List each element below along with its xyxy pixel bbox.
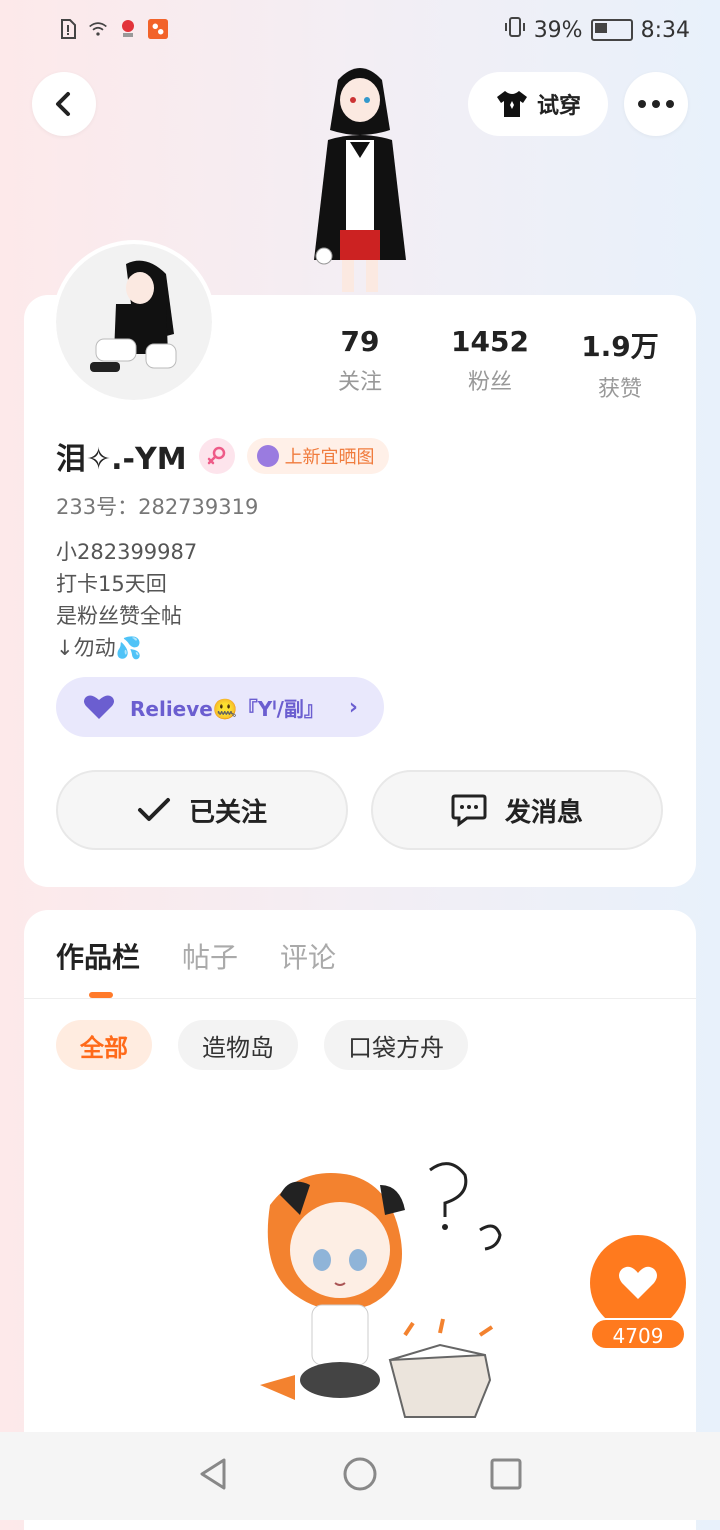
checkmark-icon [137, 798, 170, 821]
group-label: Relieve🤐『Yˡ/副』 [130, 696, 324, 721]
nav-home-icon[interactable] [342, 1456, 378, 1496]
message-label: 发消息 [504, 797, 583, 828]
filter-pocket-ark[interactable]: 口袋方舟 [324, 1020, 468, 1070]
content-tabs: 作品栏 帖子 评论 [56, 936, 336, 976]
badge-icon [256, 445, 279, 467]
user-id-value: 282739319 [138, 495, 259, 519]
filter-chips: 全部 造物岛 口袋方舟 [56, 1020, 468, 1070]
app-badge-icon [148, 18, 168, 40]
bio-line: ↓勿动💦 [56, 636, 142, 660]
empty-state-illustration [240, 1155, 510, 1425]
back-button[interactable] [32, 72, 96, 136]
battery-icon [590, 19, 633, 41]
nav-recents-icon[interactable] [488, 1456, 524, 1496]
sim-alert-icon [58, 18, 78, 40]
system-nav-bar [0, 1432, 720, 1520]
tab-works[interactable]: 作品栏 [56, 936, 140, 976]
chevron-right-icon: › [348, 694, 358, 720]
wifi-icon [88, 18, 108, 40]
tab-posts[interactable]: 帖子 [182, 936, 238, 976]
bio: 小282399987 打卡15天回 是粉丝赞全帖 ↓勿动💦 [56, 536, 197, 664]
female-gender-icon [198, 438, 235, 474]
heart-icon [619, 1266, 657, 1299]
battery-percent: 39% [533, 17, 583, 43]
user-id-row: 233号：282739319 [56, 491, 258, 521]
user-id-label: 233号： [56, 495, 139, 519]
app-notification-icon [118, 18, 138, 40]
filter-all[interactable]: 全部 [56, 1020, 152, 1070]
bio-line: 小282399987 [56, 540, 198, 564]
badge-label: 上新宜晒图 [284, 447, 375, 468]
stat-label: 获赞 [597, 377, 642, 402]
username: 泪✧.-YM [56, 442, 187, 477]
try-on-label: 试穿 [536, 94, 581, 119]
stat-likes[interactable]: 1.9万 获赞 [555, 325, 685, 403]
bio-line: 是粉丝赞全帖 [56, 604, 182, 628]
try-on-button[interactable]: 试穿 [468, 72, 608, 136]
more-dots-icon [638, 100, 674, 108]
tab-comments[interactable]: 评论 [280, 936, 336, 976]
achievement-badge[interactable]: 上新宜晒图 [246, 438, 389, 474]
stat-label: 粉丝 [467, 370, 512, 395]
stats-row: 79 关注 1452 粉丝 1.9万 获赞 [295, 325, 685, 403]
group-link[interactable]: Relieve🤐『Yˡ/副』 › [56, 677, 384, 737]
stat-value: 79 [340, 325, 380, 358]
stat-label: 关注 [337, 370, 382, 395]
chat-bubble-icon [451, 794, 487, 827]
divider [24, 998, 696, 999]
stat-followers[interactable]: 1452 粉丝 [425, 325, 555, 403]
bio-line: 打卡15天回 [56, 572, 167, 596]
status-icons-right: 39% 8:34 [504, 16, 690, 44]
chevron-left-icon [56, 92, 70, 116]
floating-like-button[interactable] [590, 1235, 686, 1331]
followed-button[interactable]: 已关注 [56, 770, 348, 850]
followed-label: 已关注 [188, 797, 267, 828]
nav-back-icon[interactable] [196, 1456, 232, 1496]
status-icons-left [58, 18, 168, 40]
vibrate-icon [504, 16, 526, 44]
more-button[interactable] [624, 72, 688, 136]
clock: 8:34 [640, 17, 690, 43]
name-row: 泪✧.-YM 上新宜晒图 [56, 434, 389, 478]
tshirt-icon [496, 91, 527, 117]
filter-creation-island[interactable]: 造物岛 [178, 1020, 298, 1070]
character-avatar-figure [280, 60, 440, 296]
heart-icon [84, 695, 114, 719]
status-bar: 39% 8:34 [0, 0, 720, 60]
profile-avatar[interactable] [56, 244, 212, 400]
message-button[interactable]: 发消息 [371, 770, 663, 850]
stat-value: 1452 [451, 325, 529, 358]
like-count-badge: 4709 [590, 1318, 686, 1350]
stat-following[interactable]: 79 关注 [295, 325, 425, 403]
stat-value: 1.9万 [581, 330, 659, 363]
